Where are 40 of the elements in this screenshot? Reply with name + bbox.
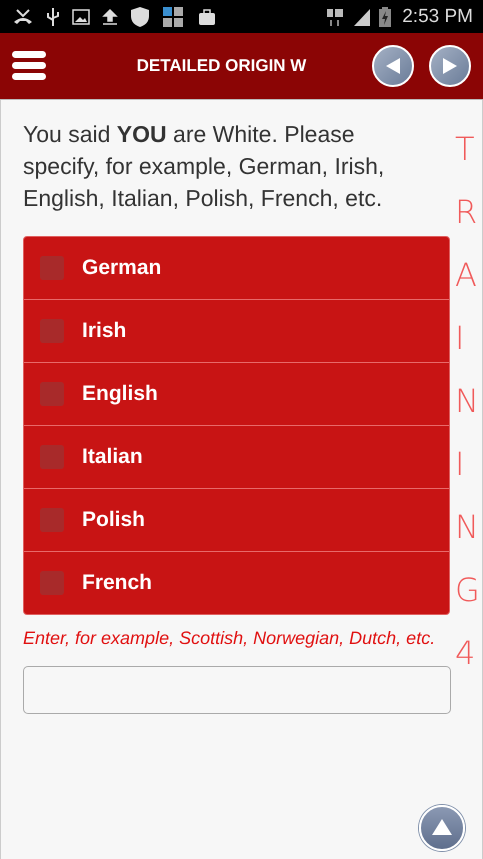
menu-icon xyxy=(12,51,46,81)
screen-title: DETAILED ORIGIN W xyxy=(136,56,308,76)
signal-icon xyxy=(352,6,372,26)
option-row[interactable]: Irish xyxy=(24,299,449,362)
scroll-up-button[interactable] xyxy=(419,805,465,851)
briefcase-icon xyxy=(196,8,216,26)
checkbox[interactable] xyxy=(40,445,64,469)
hint-text: Enter, for example, Scottish, Norwegian, Dutch, etc. xyxy=(23,627,436,650)
option-row[interactable]: French xyxy=(24,551,449,614)
back-button[interactable] xyxy=(372,45,414,87)
option-label: French xyxy=(82,571,152,595)
input-field[interactable] xyxy=(23,666,451,714)
menu-button[interactable] xyxy=(12,51,46,81)
missed-call-icon xyxy=(12,8,34,26)
image-icon xyxy=(72,8,90,24)
battery-icon xyxy=(378,6,392,28)
option-row[interactable]: German xyxy=(24,237,449,299)
option-row[interactable]: English xyxy=(24,362,449,425)
question-text: You said YOU are White. Please specify, for example, German, Irish, English, Italian, Polish, French, etc. xyxy=(23,120,386,213)
option-label: Italian xyxy=(82,445,143,469)
checkbox[interactable] xyxy=(40,256,64,280)
clock-time: 2:53 PM xyxy=(402,6,473,28)
left-triangle-icon xyxy=(386,58,400,74)
shield-icon xyxy=(130,6,150,28)
option-row[interactable]: Polish xyxy=(24,488,449,551)
usb-icon xyxy=(46,6,60,26)
grid-icon xyxy=(162,6,184,28)
option-label: Polish xyxy=(82,508,146,532)
next-button[interactable] xyxy=(429,45,471,87)
option-label: Irish xyxy=(82,319,126,343)
up-triangle-icon xyxy=(432,818,452,834)
option-label: English xyxy=(82,382,158,406)
checkbox[interactable] xyxy=(40,382,64,406)
checkbox[interactable] xyxy=(40,319,64,343)
checkbox[interactable] xyxy=(40,508,64,532)
checkbox[interactable] xyxy=(40,571,64,595)
upload-icon xyxy=(102,8,118,26)
option-row[interactable]: Italian xyxy=(24,425,449,488)
right-triangle-icon xyxy=(443,58,457,74)
option-label: German xyxy=(82,256,162,280)
